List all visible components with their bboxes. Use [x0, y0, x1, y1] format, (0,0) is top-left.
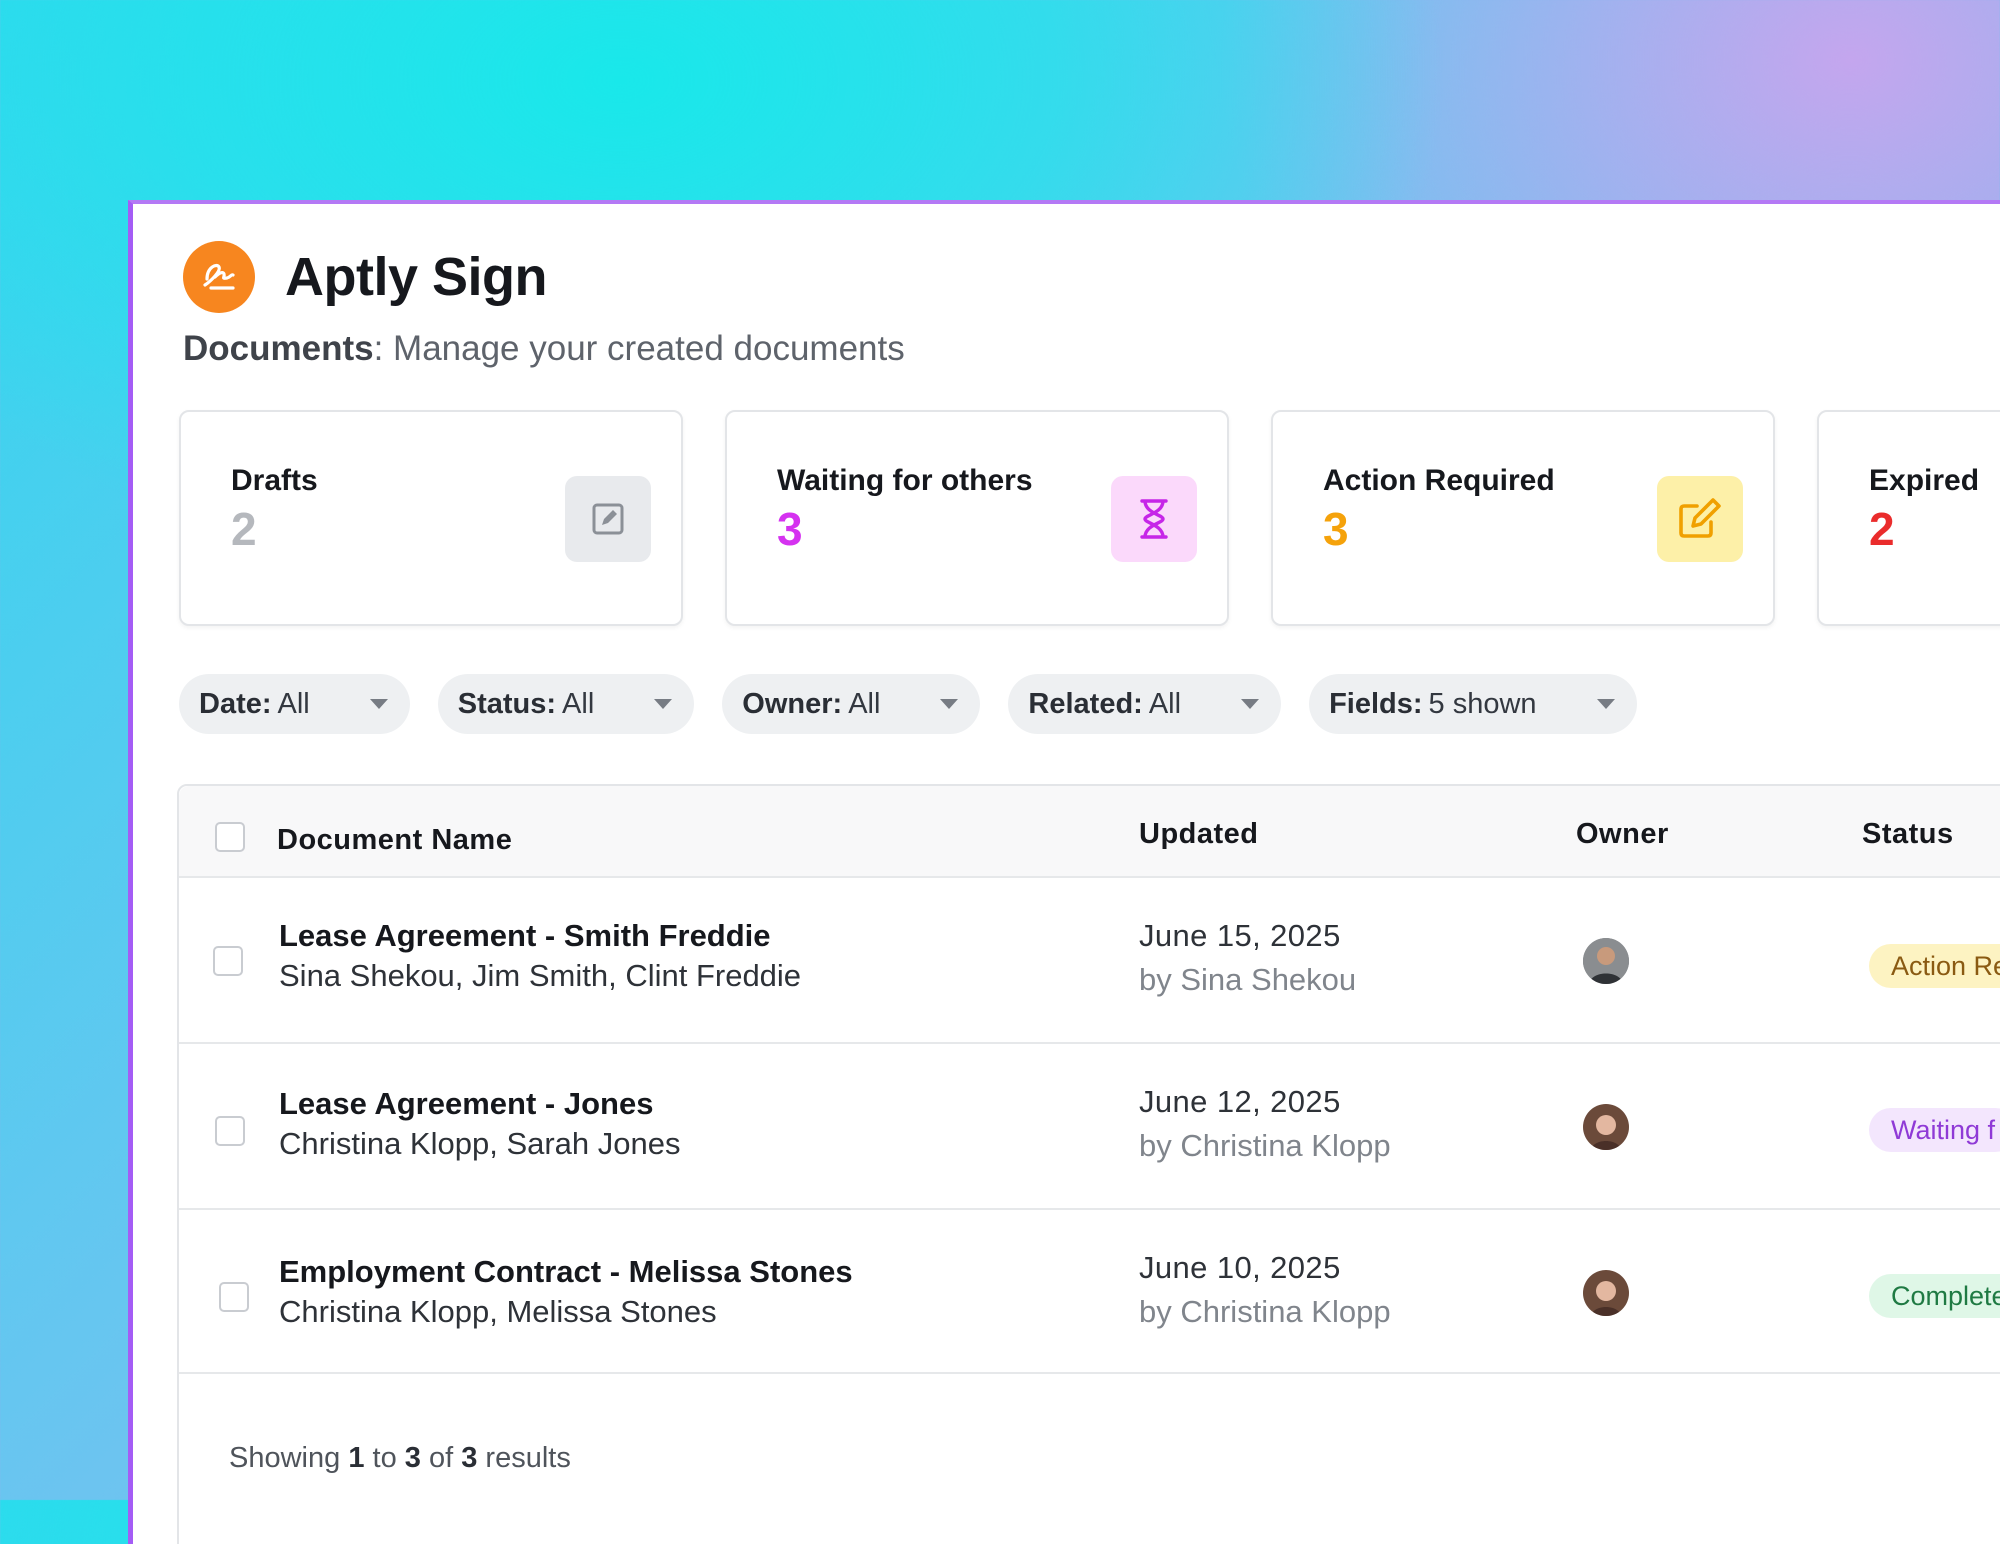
section-label: Documents — [183, 329, 374, 368]
chevron-down-icon — [1241, 699, 1260, 709]
avatar — [1583, 1104, 1629, 1150]
document-recipients: Christina Klopp, Melissa Stones — [279, 1294, 717, 1329]
avatar — [1583, 938, 1629, 984]
card-expired[interactable]: Expired 2 — [1817, 410, 2000, 626]
filter-fields[interactable]: Fields: 5 shown — [1309, 674, 1637, 734]
summary-cards: Drafts 2 Waiting for others 3 Action Req… — [179, 410, 2000, 626]
signature-logo-icon — [183, 241, 255, 313]
document-name[interactable]: Employment Contract - Melissa Stones — [279, 1254, 853, 1290]
section-description: : Manage your created documents — [373, 329, 905, 368]
updated-by: by Christina Klopp — [1139, 1294, 1391, 1329]
brand-header: Aptly Sign — [183, 241, 548, 313]
row-checkbox[interactable] — [215, 1116, 245, 1146]
card-label: Action Required — [1323, 464, 1555, 497]
card-count: 2 — [1869, 503, 1895, 555]
card-action-required[interactable]: Action Required 3 — [1271, 410, 1775, 626]
table-row[interactable]: Employment Contract - Melissa Stones Chr… — [179, 1210, 2000, 1374]
pen-square-icon — [1657, 476, 1743, 562]
pagination-summary: Showing 1 to 3 of 3 results — [229, 1442, 571, 1475]
filter-label: Fields: — [1329, 687, 1423, 720]
filter-bar: Date: All Status: All Owner: All Related: Al… — [179, 674, 1637, 734]
status-badge: Waiting f — [1869, 1108, 2000, 1152]
card-label: Expired — [1869, 464, 1980, 497]
status-badge: Action Re — [1869, 944, 2000, 988]
filter-label: Date: — [199, 687, 272, 720]
card-count: 3 — [1323, 503, 1349, 555]
filter-value: All — [848, 687, 881, 720]
table-row[interactable]: Lease Agreement - Smith Freddie Sina She… — [179, 878, 2000, 1044]
chevron-down-icon — [654, 699, 673, 709]
document-name[interactable]: Lease Agreement - Smith Freddie — [279, 918, 771, 954]
filter-owner[interactable]: Owner: All — [722, 674, 981, 734]
filter-label: Related: — [1028, 687, 1143, 720]
card-count: 2 — [231, 503, 257, 555]
chevron-down-icon — [369, 699, 388, 709]
page-subtitle: Documents: Manage your created documents — [183, 329, 905, 369]
hourglass-icon — [1111, 476, 1197, 562]
updated-by: by Sina Shekou — [1139, 962, 1357, 997]
chevron-down-icon — [940, 699, 959, 709]
pagination-suffix: results — [477, 1442, 571, 1474]
row-checkbox[interactable] — [219, 1282, 249, 1312]
filter-label: Status: — [457, 687, 557, 720]
filter-value: All — [1148, 687, 1182, 720]
document-recipients: Christina Klopp, Sarah Jones — [279, 1126, 681, 1161]
status-badge: Complete — [1869, 1274, 2000, 1318]
table-row[interactable]: Lease Agreement - Jones Christina Klopp,… — [179, 1044, 2000, 1210]
filter-value: All — [562, 687, 595, 720]
app-window: Aptly Sign Documents: Manage your create… — [128, 200, 2000, 1544]
edit-square-icon — [565, 476, 651, 562]
filter-date[interactable]: Date: All — [179, 674, 410, 734]
filter-label: Owner: — [742, 687, 843, 720]
pagination-total: 3 — [461, 1442, 478, 1474]
select-all-checkbox[interactable] — [215, 822, 245, 852]
row-checkbox[interactable] — [213, 946, 243, 976]
app-title: Aptly Sign — [285, 247, 548, 307]
pagination-to-word: to — [364, 1442, 405, 1474]
column-header-owner[interactable]: Owner — [1576, 818, 1669, 851]
chevron-down-icon — [1596, 699, 1615, 709]
filter-related[interactable]: Related: All — [1008, 674, 1282, 734]
card-drafts[interactable]: Drafts 2 — [179, 410, 683, 626]
pagination-from: 1 — [348, 1442, 365, 1474]
updated-date: June 12, 2025 — [1139, 1084, 1341, 1119]
documents-table: Document Name Updated Owner Status Lease… — [177, 784, 2000, 1544]
card-count: 3 — [777, 503, 803, 555]
filter-value: All — [277, 687, 310, 720]
card-label: Drafts — [231, 464, 318, 497]
column-header-updated[interactable]: Updated — [1139, 818, 1259, 851]
pagination-prefix: Showing — [229, 1442, 349, 1474]
document-name[interactable]: Lease Agreement - Jones — [279, 1086, 653, 1122]
card-label: Waiting for others — [777, 464, 1033, 497]
card-waiting-for-others[interactable]: Waiting for others 3 — [725, 410, 1229, 626]
avatar — [1583, 1270, 1629, 1316]
column-header-status[interactable]: Status — [1862, 818, 1954, 851]
updated-date: June 15, 2025 — [1139, 918, 1341, 953]
filter-value: 5 shown — [1428, 687, 1537, 720]
pagination-to: 3 — [404, 1442, 421, 1474]
table-header: Document Name Updated Owner Status — [179, 786, 2000, 878]
document-recipients: Sina Shekou, Jim Smith, Clint Freddie — [279, 958, 802, 993]
column-header-document-name[interactable]: Document Name — [277, 824, 512, 857]
updated-date: June 10, 2025 — [1139, 1250, 1341, 1285]
updated-by: by Christina Klopp — [1139, 1128, 1391, 1163]
pagination-of-word: of — [420, 1442, 462, 1474]
filter-status[interactable]: Status: All — [437, 674, 695, 734]
